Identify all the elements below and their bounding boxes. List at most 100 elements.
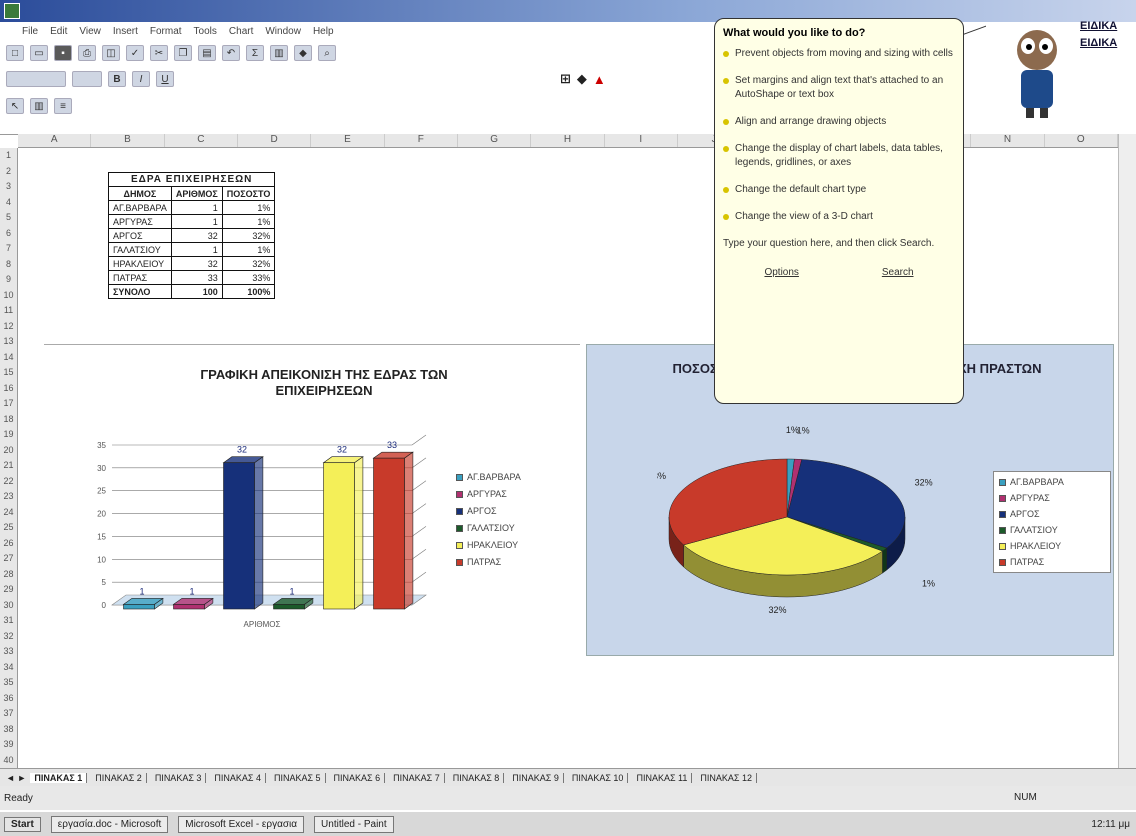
table-header[interactable]: ΑΡΙΘΜΟΣ: [170, 186, 223, 201]
row-header[interactable]: 19: [0, 427, 17, 443]
table-cell[interactable]: 1%: [221, 214, 276, 229]
column-header[interactable]: C: [165, 134, 238, 147]
menu-chart[interactable]: Chart: [229, 26, 253, 37]
table-header[interactable]: ΔΗΜΟΣ: [108, 186, 172, 201]
row-header[interactable]: 37: [0, 706, 17, 722]
table-cell[interactable]: 1: [170, 200, 223, 215]
row-header[interactable]: 34: [0, 660, 17, 676]
row-header[interactable]: 12: [0, 319, 17, 335]
table-cell[interactable]: 32%: [221, 228, 276, 243]
column-header[interactable]: I: [605, 134, 678, 147]
bar[interactable]: [322, 456, 364, 610]
menu-help[interactable]: Help: [313, 26, 334, 37]
bold-icon[interactable]: B: [108, 71, 126, 87]
column-header[interactable]: A: [18, 134, 92, 147]
table-cell[interactable]: 1%: [221, 242, 276, 257]
row-header[interactable]: 29: [0, 582, 17, 598]
legend-item[interactable]: ΓΑΛΑΤΣΙΟΥ: [456, 520, 521, 537]
chart-wizard-icon[interactable]: ▥: [270, 45, 288, 61]
row-header[interactable]: 18: [0, 412, 17, 428]
chart-object-icon[interactable]: ↖: [6, 98, 24, 114]
legend-item[interactable]: ΗΡΑΚΛΕΙΟΥ: [456, 537, 521, 554]
table-header[interactable]: ΠΟΣΟΣΤΟ: [221, 186, 276, 201]
bar[interactable]: [122, 597, 164, 610]
row-header[interactable]: 9: [0, 272, 17, 288]
table-cell[interactable]: 33: [170, 270, 223, 285]
table-cell[interactable]: 33%: [221, 270, 276, 285]
open-icon[interactable]: ▭: [30, 45, 48, 61]
row-header[interactable]: 15: [0, 365, 17, 381]
new-icon[interactable]: □: [6, 45, 24, 61]
bar[interactable]: [172, 597, 214, 610]
row-header[interactable]: 23: [0, 489, 17, 505]
row-header[interactable]: 36: [0, 691, 17, 707]
zoom-icon[interactable]: ⌕: [318, 45, 336, 61]
legend-item[interactable]: ΑΡΓΟΣ: [999, 506, 1105, 522]
column-header[interactable]: E: [311, 134, 385, 147]
table-cell[interactable]: 1: [170, 214, 223, 229]
preview-icon[interactable]: ◫: [102, 45, 120, 61]
sheet-tab[interactable]: ΠΙΝΑΚΑΣ 2: [91, 772, 147, 783]
font-select[interactable]: [6, 71, 66, 87]
sheet-tab[interactable]: ΠΙΝΑΚΑΣ 1: [30, 772, 88, 783]
start-button[interactable]: Start: [4, 816, 41, 832]
legend-item[interactable]: ΠΑΤΡΑΣ: [999, 554, 1105, 570]
balloon-option[interactable]: Prevent objects from moving and sizing w…: [723, 47, 955, 61]
row-header[interactable]: 38: [0, 722, 17, 738]
spelling-icon[interactable]: ✓: [126, 45, 144, 61]
vertical-scrollbar[interactable]: [1118, 134, 1136, 768]
sheet-tab[interactable]: ΠΙΝΑΚΑΣ 12: [696, 772, 757, 783]
cut-icon[interactable]: ✂: [150, 45, 168, 61]
legend-item[interactable]: ΗΡΑΚΛΕΙΟΥ: [999, 538, 1105, 554]
table-cell[interactable]: 32: [170, 256, 223, 271]
row-header[interactable]: 27: [0, 551, 17, 567]
undo-icon[interactable]: ↶: [222, 45, 240, 61]
legend-item[interactable]: ΑΡΓΥΡΑΣ: [456, 486, 521, 503]
row-header[interactable]: 25: [0, 520, 17, 536]
row-header[interactable]: 20: [0, 443, 17, 459]
sheet-tab[interactable]: ΠΙΝΑΚΑΣ 11: [632, 772, 693, 783]
column-header[interactable]: N: [971, 134, 1045, 147]
paste-icon[interactable]: ▤: [198, 45, 216, 61]
row-header[interactable]: 24: [0, 505, 17, 521]
sheet-tab[interactable]: ΠΙΝΑΚΑΣ 7: [389, 772, 445, 783]
row-header[interactable]: 5: [0, 210, 17, 226]
size-select[interactable]: [72, 71, 102, 87]
legend-item[interactable]: ΑΓ.ΒΑΡΒΑΡΑ: [456, 469, 521, 486]
balloon-option[interactable]: Change the view of a 3-D chart: [723, 210, 955, 224]
bar[interactable]: [272, 597, 314, 610]
row-header[interactable]: 4: [0, 195, 17, 211]
table-cell[interactable]: ΠΑΤΡΑΣ: [108, 270, 172, 285]
menu-format[interactable]: Format: [150, 26, 182, 37]
row-header[interactable]: 33: [0, 644, 17, 660]
sheet-tab[interactable]: ΠΙΝΑΚΑΣ 8: [449, 772, 505, 783]
table-cell[interactable]: 1%: [221, 200, 276, 215]
table-cell[interactable]: ΣΥΝΟΛΟ: [108, 284, 172, 299]
row-header[interactable]: 35: [0, 675, 17, 691]
table-cell[interactable]: ΑΡΓΥΡΑΣ: [108, 214, 172, 229]
italic-icon[interactable]: I: [132, 71, 150, 87]
row-header[interactable]: 10: [0, 288, 17, 304]
copy-icon[interactable]: ❐: [174, 45, 192, 61]
row-header[interactable]: 7: [0, 241, 17, 257]
menu-tools[interactable]: Tools: [194, 26, 217, 37]
menu-file[interactable]: File: [22, 26, 38, 37]
chart-type-icon[interactable]: ▥: [30, 98, 48, 114]
save-icon[interactable]: ▪: [54, 45, 72, 61]
sheet-tab[interactable]: ΠΙΝΑΚΑΣ 9: [508, 772, 564, 783]
menu-window[interactable]: Window: [265, 26, 301, 37]
row-header[interactable]: 26: [0, 536, 17, 552]
legend-item[interactable]: ΑΓ.ΒΑΡΒΑΡΑ: [999, 474, 1105, 490]
table-cell[interactable]: 100%: [221, 284, 276, 299]
fill-color-icon[interactable]: ◆: [577, 71, 587, 87]
row-header[interactable]: 13: [0, 334, 17, 350]
office-assistant-icon[interactable]: [1004, 16, 1070, 120]
column-header[interactable]: D: [238, 134, 312, 147]
column-header[interactable]: H: [531, 134, 605, 147]
row-header[interactable]: 6: [0, 226, 17, 242]
assistant-link[interactable]: ΕΙΔΙΚΑ: [1080, 35, 1117, 52]
column-header[interactable]: G: [458, 134, 532, 147]
row-header[interactable]: 40: [0, 753, 17, 769]
sheet-tab[interactable]: ΠΙΝΑΚΑΣ 5: [270, 772, 326, 783]
column-header[interactable]: B: [91, 134, 165, 147]
